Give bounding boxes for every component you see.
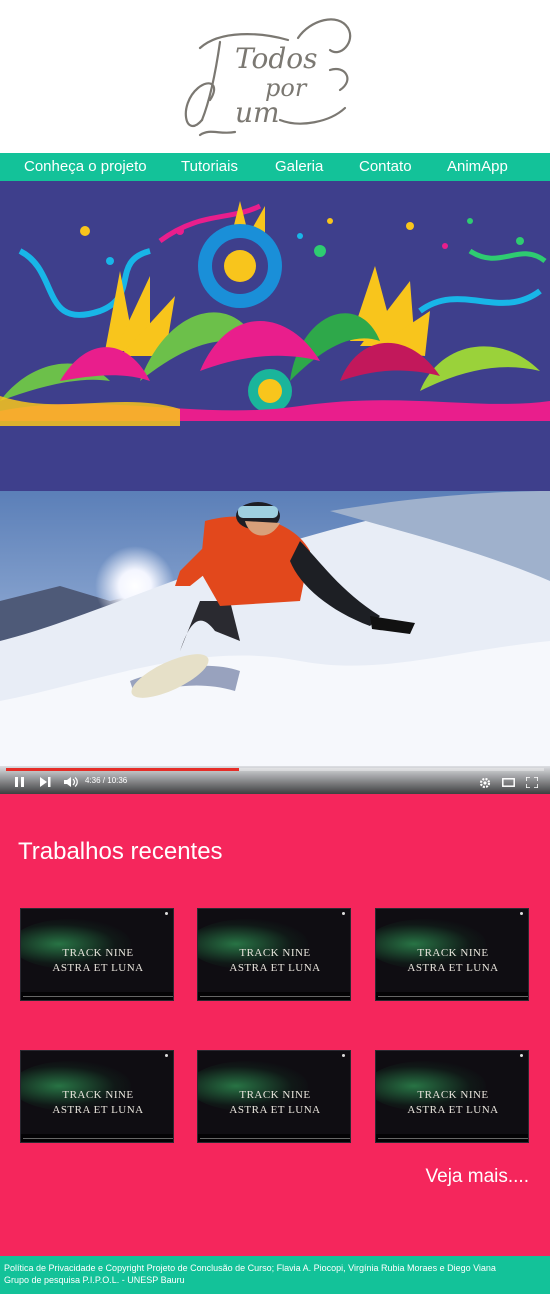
pause-icon[interactable] xyxy=(14,777,26,787)
thumb-controls xyxy=(198,992,350,1000)
video-progress-fill xyxy=(6,768,240,771)
video-thumbnail[interactable]: TRACK NINE ASTRA ET LUNA xyxy=(197,908,351,1001)
thumb-title: TRACK NINE xyxy=(239,947,311,959)
logo-text-3: um xyxy=(235,96,280,129)
nav-item-conheca[interactable]: Conheça o projeto xyxy=(24,158,147,175)
footer: Política de Privacidade e Copyright Proj… xyxy=(0,1256,550,1294)
footer-credits: Política de Privacidade e Copyright Proj… xyxy=(4,1263,496,1273)
thumb-controls xyxy=(21,992,173,1000)
video-progress-bar[interactable] xyxy=(6,768,544,771)
thumb-title: TRACK NINE xyxy=(62,1089,134,1101)
video-player[interactable]: 4:36 / 10:36 xyxy=(0,491,550,794)
nav-item-contato[interactable]: Contato xyxy=(359,158,412,175)
section-title: Trabalhos recentes xyxy=(18,838,223,865)
thumb-title: TRACK NINE xyxy=(417,947,489,959)
settings-icon[interactable] xyxy=(479,777,491,789)
thumb-subtitle: ASTRA ET LUNA xyxy=(229,1104,321,1116)
header: Todos por um xyxy=(0,0,550,153)
video-thumbnail[interactable]: TRACK NINE ASTRA ET LUNA xyxy=(197,1050,351,1143)
see-more-link[interactable]: Veja mais.... xyxy=(426,1166,530,1188)
thumb-title: TRACK NINE xyxy=(239,1089,311,1101)
video-thumbnail[interactable]: TRACK NINE ASTRA ET LUNA xyxy=(20,908,174,1001)
video-controls: 4:36 / 10:36 xyxy=(0,766,550,794)
logo-text-1: Todos xyxy=(235,42,318,75)
recent-works-section: Trabalhos recentes TRACK NINE ASTRA ET L… xyxy=(0,794,550,1256)
thumb-subtitle: ASTRA ET LUNA xyxy=(229,962,321,974)
video-frame xyxy=(0,491,550,794)
footer-group: Grupo de pesquisa P.I.P.O.L. - UNESP Bau… xyxy=(4,1275,185,1285)
thumb-subtitle: ASTRA ET LUNA xyxy=(52,962,144,974)
video-thumbnail[interactable]: TRACK NINE ASTRA ET LUNA xyxy=(20,1050,174,1143)
main-nav: Conheça o projeto Tutoriais Galeria Cont… xyxy=(0,153,550,181)
volume-icon[interactable] xyxy=(64,777,78,787)
banner-illustration xyxy=(0,201,550,426)
thumb-controls xyxy=(21,1134,173,1142)
nav-item-tutoriais[interactable]: Tutoriais xyxy=(181,158,238,175)
thumb-subtitle: ASTRA ET LUNA xyxy=(407,962,499,974)
skip-next-icon[interactable] xyxy=(40,777,52,787)
fullscreen-icon[interactable] xyxy=(526,777,538,788)
video-thumbnail[interactable]: TRACK NINE ASTRA ET LUNA xyxy=(375,1050,529,1143)
hero-banner xyxy=(0,181,550,491)
thumb-subtitle: ASTRA ET LUNA xyxy=(52,1104,144,1116)
thumb-controls xyxy=(376,992,528,1000)
logo[interactable]: Todos por um xyxy=(180,10,370,145)
theater-mode-icon[interactable] xyxy=(502,778,515,787)
video-thumbnail[interactable]: TRACK NINE ASTRA ET LUNA xyxy=(375,908,529,1001)
thumb-controls xyxy=(376,1134,528,1142)
nav-item-animapp[interactable]: AnimApp xyxy=(447,158,508,175)
video-time: 4:36 / 10:36 xyxy=(85,776,128,785)
nav-item-galeria[interactable]: Galeria xyxy=(275,158,323,175)
thumb-title: TRACK NINE xyxy=(417,1089,489,1101)
thumb-title: TRACK NINE xyxy=(62,947,134,959)
thumb-controls xyxy=(198,1134,350,1142)
thumb-subtitle: ASTRA ET LUNA xyxy=(407,1104,499,1116)
